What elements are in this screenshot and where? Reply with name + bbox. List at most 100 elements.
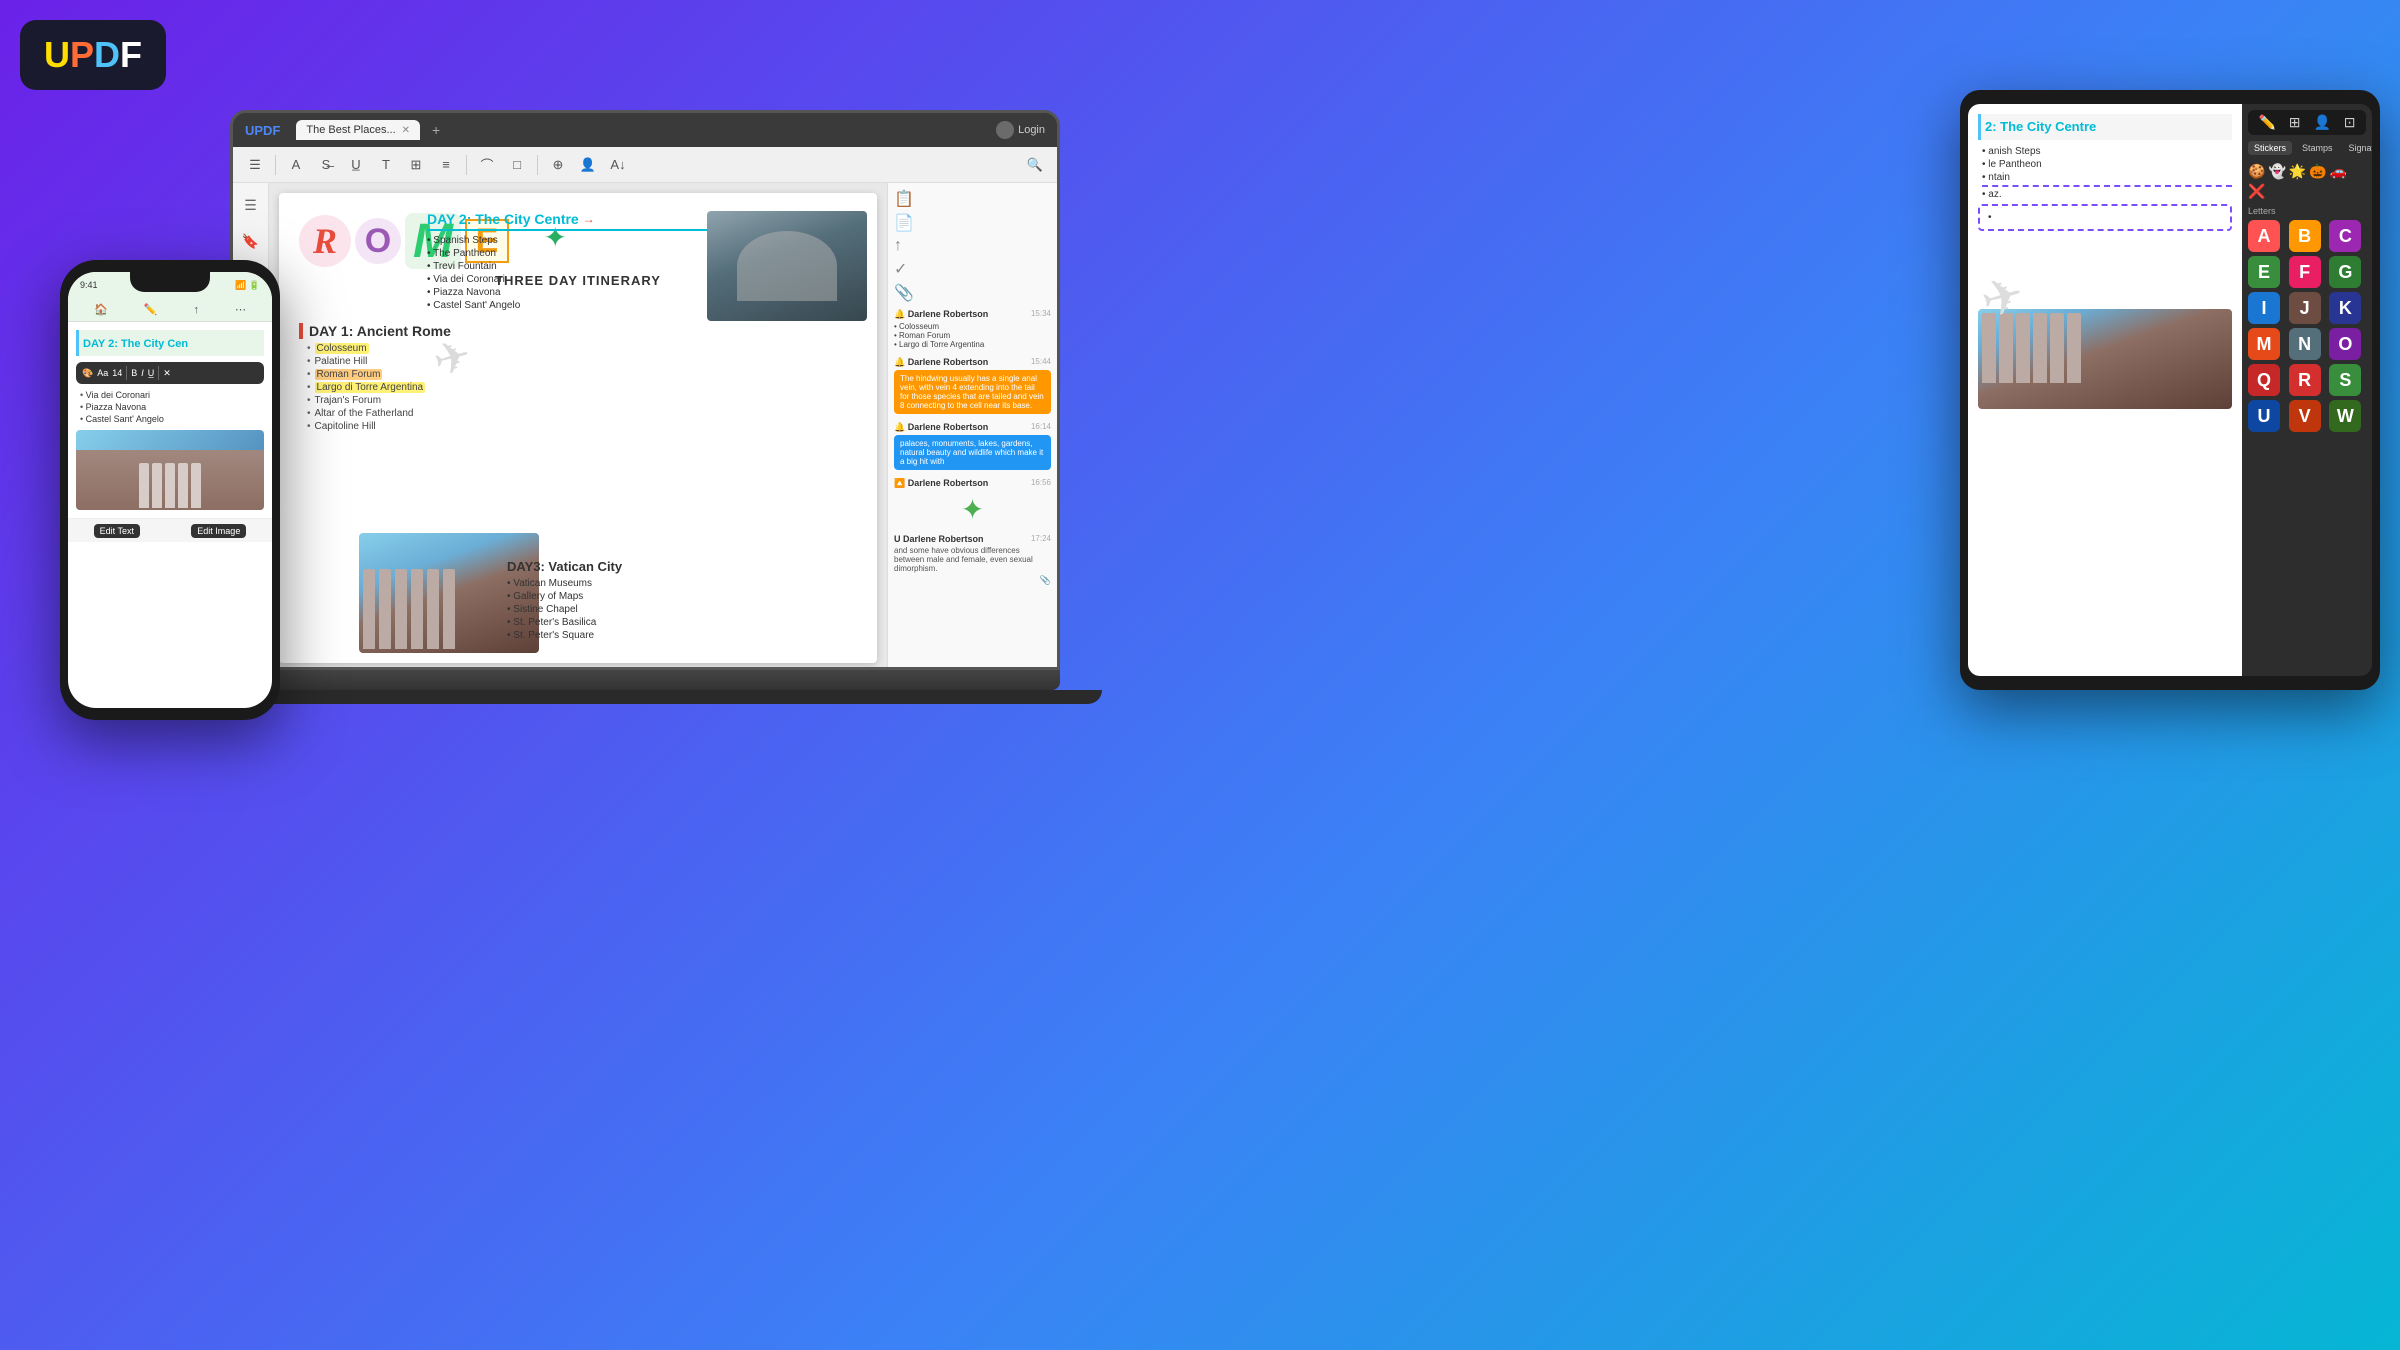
sticker-E[interactable]: E — [2248, 256, 2280, 288]
sticker-icon-3[interactable]: 🌟 — [2289, 163, 2306, 180]
logo-letter-f: F — [120, 34, 142, 75]
sidebar-bookmark-icon[interactable]: 🔖 — [237, 227, 265, 255]
sticker-Q[interactable]: Q — [2248, 364, 2280, 396]
tab-close-button[interactable]: ✕ — [402, 125, 410, 136]
t-tool-expand[interactable]: ⊡ — [2344, 114, 2356, 131]
sticker-I[interactable]: I — [2248, 292, 2280, 324]
underline-icon[interactable]: U̲ — [344, 153, 368, 177]
phone-device: 9:41 📶 🔋 🏠 ✏️ ↑ ⋯ DAY 2: The City Cen 🎨 … — [60, 260, 280, 720]
tablet-place-fountain: ntain — [1982, 172, 2232, 187]
comment-2-time: 15:44 — [1031, 357, 1051, 368]
comment-4-star: ✦ — [894, 493, 1051, 526]
app-brand-label: UPDF — [245, 123, 280, 138]
phone-home-icon[interactable]: 🏠 — [94, 303, 108, 316]
t-tool-pencil[interactable]: ✏️ — [2258, 114, 2275, 131]
updf-logo: UPDF — [20, 20, 166, 90]
building-columns — [359, 565, 459, 653]
day2-place-list: Spanish Steps The Pantheon Trevi Fountai… — [427, 235, 707, 311]
login-button[interactable]: Login — [996, 121, 1045, 139]
active-tab[interactable]: The Best Places... ✕ — [296, 120, 420, 140]
sticker-icon-4[interactable]: 🎃 — [2309, 163, 2326, 180]
sticker-O[interactable]: O — [2329, 328, 2361, 360]
sticker-K[interactable]: K — [2329, 292, 2361, 324]
phone-time: 9:41 — [80, 280, 98, 290]
person-icon[interactable]: 👤 — [576, 153, 600, 177]
tablet-place-spanish: anish Steps — [1982, 146, 2232, 157]
tablet-toolbar: ✏️ ⊞ 👤 ⊡ — [2248, 110, 2366, 135]
text-box-icon[interactable]: ⊞ — [404, 153, 428, 177]
sticker-J[interactable]: J — [2289, 292, 2321, 324]
sticker-tabs: Stickers Stamps Signature — [2248, 141, 2366, 155]
sticker-W[interactable]: W — [2329, 400, 2361, 432]
menu-icon[interactable]: ☰ — [243, 153, 267, 177]
tab-stamps[interactable]: Stamps — [2296, 141, 2339, 155]
new-tab-button[interactable]: + — [432, 122, 440, 138]
sticker-B[interactable]: B — [2289, 220, 2321, 252]
text-icon[interactable]: A — [284, 153, 308, 177]
rect-icon[interactable]: □ — [505, 153, 529, 177]
sticker-M[interactable]: M — [2248, 328, 2280, 360]
text-style-icon[interactable]: ≡ — [434, 153, 458, 177]
ptt-italic[interactable]: I — [141, 368, 144, 378]
ptt-underline[interactable]: U̲ — [148, 368, 155, 378]
sticker-A[interactable]: A — [2248, 220, 2280, 252]
sticker-icon-5[interactable]: 🚗 — [2330, 163, 2347, 180]
right-comments-panel: 📋 📄 ↑ ✓ 📎 🔔 Darlene Robertson 15:34 • Co… — [887, 183, 1057, 670]
sticker-C[interactable]: C — [2329, 220, 2361, 252]
sticker-icon-1[interactable]: 🍪 — [2248, 163, 2265, 180]
sticker-icon-2[interactable]: 👻 — [2268, 163, 2285, 180]
sticker-S[interactable]: S — [2329, 364, 2361, 396]
comment-3-text: palaces, monuments, lakes, gardens, natu… — [894, 435, 1051, 470]
phone-building-image — [76, 430, 264, 510]
sticker-U[interactable]: U — [2248, 400, 2280, 432]
phone-day2-header: DAY 2: The City Cen — [76, 330, 264, 356]
comment-4-author: 🔼 Darlene Robertson — [894, 478, 988, 489]
comment-5-author: U Darlene Robertson — [894, 534, 984, 544]
sticker-F[interactable]: F — [2289, 256, 2321, 288]
phone-more-icon[interactable]: ⋯ — [235, 303, 246, 316]
ptt-sep-2 — [158, 366, 159, 380]
edit-text-button[interactable]: Edit Text — [94, 524, 140, 538]
letters-label: Letters — [2248, 206, 2366, 216]
ptt-close[interactable]: ✕ — [163, 368, 171, 379]
strikethrough-icon[interactable]: S̶ — [314, 153, 338, 177]
sticker-N[interactable]: N — [2289, 328, 2321, 360]
phone-edit-icon[interactable]: ✏️ — [144, 303, 158, 316]
sticker-icon-6[interactable]: ❌ — [2248, 183, 2265, 200]
fill-icon[interactable]: A↓ — [606, 153, 630, 177]
t-tool-layers[interactable]: ⊞ — [2289, 114, 2301, 131]
cursor-icon[interactable]: ⊕ — [546, 153, 570, 177]
logo-letter-u: U — [44, 34, 70, 75]
rome-letter-o: O — [355, 218, 401, 264]
sidebar-nav-icon[interactable]: ☰ — [237, 191, 265, 219]
sticker-small-icons: 🍪 👻 🌟 🎃 🚗 ❌ — [2248, 163, 2366, 200]
arc-icon[interactable]: ⌒ — [475, 153, 499, 177]
phone-share-icon[interactable]: ↑ — [193, 304, 199, 316]
t-tool-person[interactable]: 👤 — [2313, 114, 2330, 131]
toolbar-sep-1 — [275, 155, 276, 175]
comment-3-header: 🔔 Darlene Robertson 16:14 — [894, 422, 1051, 433]
edit-image-button[interactable]: Edit Image — [191, 524, 246, 538]
panel-icon-3[interactable]: ↑ — [894, 237, 1051, 255]
ptt-bold[interactable]: B — [131, 368, 137, 378]
sticker-R[interactable]: R — [2289, 364, 2321, 396]
phone-col-5 — [191, 463, 201, 508]
phone-pdf-content: DAY 2: The City Cen 🎨 Aa 14 B I U̲ ✕ Via… — [68, 322, 272, 518]
panel-icon-4[interactable]: ✓ — [894, 259, 1051, 279]
tab-signature[interactable]: Signature — [2343, 141, 2372, 155]
sticker-G[interactable]: G — [2329, 256, 2361, 288]
tab-title: The Best Places... — [306, 124, 395, 136]
place-castel: Castel Sant' Angelo — [427, 300, 707, 311]
search-button[interactable]: 🔍 — [1023, 153, 1047, 177]
comment-4: 🔼 Darlene Robertson 16:56 ✦ — [894, 478, 1051, 526]
tablet-screen: 2: The City Centre anish Steps le Panthe… — [1968, 104, 2372, 676]
ptt-color[interactable]: 🎨 — [82, 368, 93, 379]
toolbar-sep-2 — [466, 155, 467, 175]
panel-icon-5[interactable]: 📎 — [894, 283, 1051, 303]
panel-icon-2[interactable]: 📄 — [894, 213, 1051, 233]
text-tool-icon[interactable]: T — [374, 153, 398, 177]
tab-stickers[interactable]: Stickers — [2248, 141, 2292, 155]
panel-icon-1[interactable]: 📋 — [894, 189, 1051, 209]
user-avatar — [996, 121, 1014, 139]
sticker-V[interactable]: V — [2289, 400, 2321, 432]
